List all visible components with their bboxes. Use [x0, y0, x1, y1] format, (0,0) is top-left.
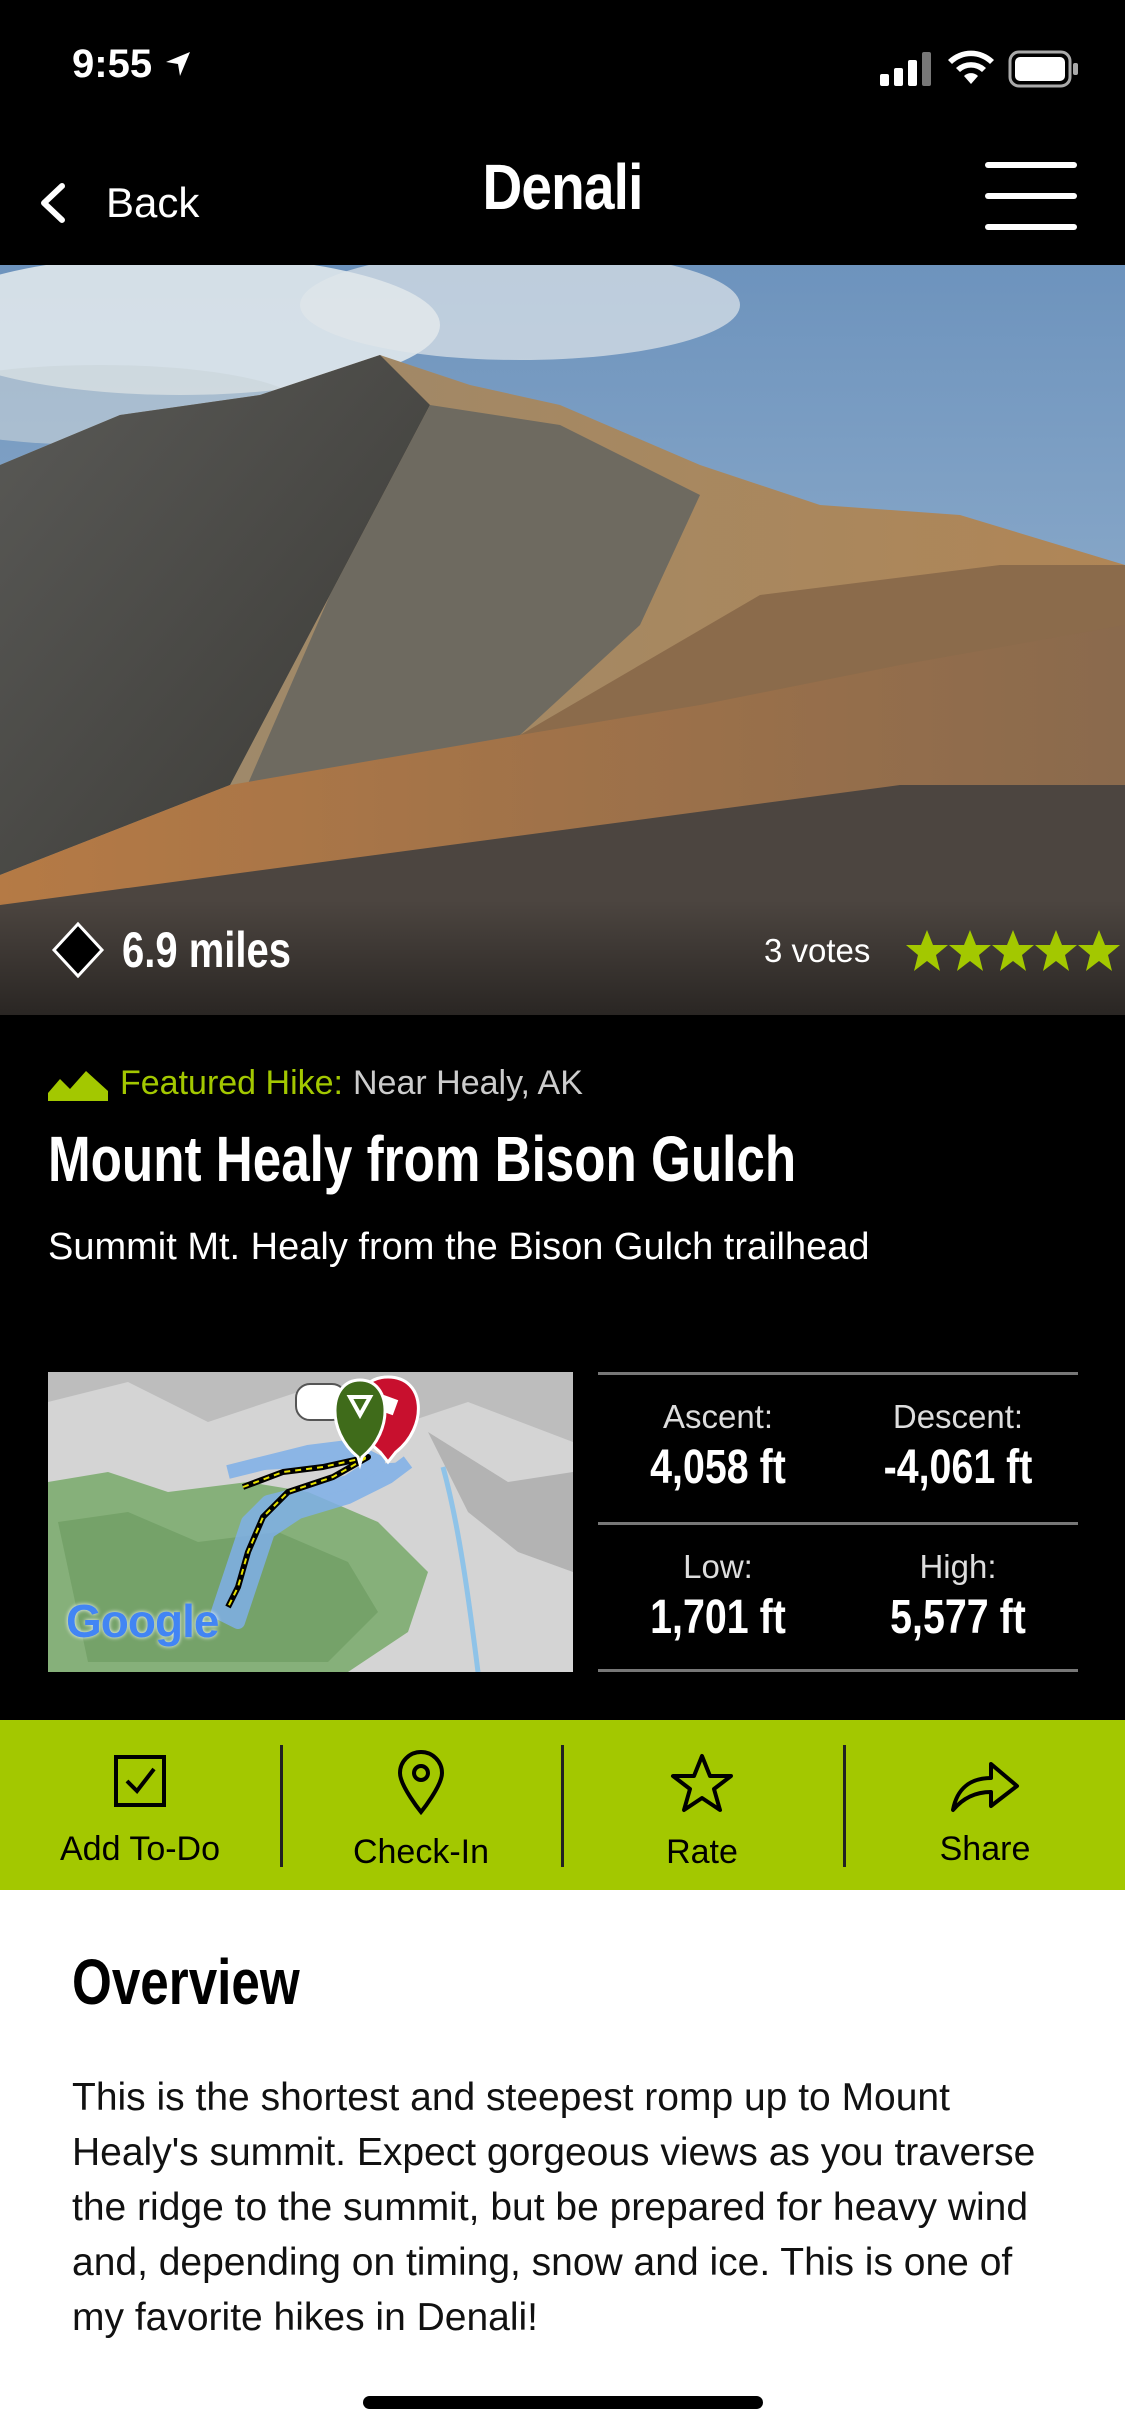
signal-icon	[880, 52, 936, 91]
ascent-value: 4,058 ft	[650, 1441, 786, 1494]
map-logo: Google	[66, 1594, 219, 1648]
stats-divider-bottom	[598, 1669, 1078, 1672]
checkbox-icon	[114, 1755, 166, 1807]
overview-body: This is the shortest and steepest romp u…	[72, 2076, 1036, 2339]
map-pin-icon	[397, 1750, 445, 1816]
stats-divider-top	[598, 1372, 1078, 1375]
add-todo-button[interactable]: Add To-Do	[0, 1720, 280, 1890]
votes-count: 3 votes	[764, 932, 871, 969]
star-rating-icons	[906, 930, 1120, 971]
high-value: 5,577 ft	[890, 1591, 1026, 1644]
check-in-label: Check-In	[352, 1833, 490, 1871]
high-label: High:	[919, 1548, 997, 1585]
distance-text: 6.9 miles	[122, 922, 292, 978]
hike-subtitle: Summit Mt. Healy from the Bison Gulch tr…	[48, 1226, 870, 1268]
home-indicator[interactable]	[363, 2396, 763, 2409]
menu-button[interactable]	[985, 160, 1077, 232]
add-todo-label: Add To-Do	[59, 1830, 221, 1868]
featured-label: Featured Hike:	[120, 1064, 343, 1102]
wifi-icon	[947, 50, 995, 91]
distance-badge: 6.9 miles	[50, 920, 333, 980]
trail-map[interactable]: Google	[48, 1372, 573, 1672]
map-logo-text: Google	[66, 1595, 219, 1647]
low-label: Low:	[683, 1548, 753, 1585]
status-time: 9:55	[72, 42, 193, 87]
rate-label: Rate	[666, 1833, 738, 1871]
share-label: Share	[939, 1830, 1031, 1868]
featured-hike-line: Featured Hike: Near Healy, AK	[48, 1064, 583, 1103]
chevron-left-icon	[41, 183, 65, 223]
hike-location: Near Healy, AK	[353, 1064, 583, 1102]
page-title: Denali	[482, 151, 643, 223]
location-arrow-icon	[166, 52, 191, 76]
diamond-difficulty-icon	[51, 921, 105, 979]
status-time-text: 9:55	[72, 42, 153, 86]
rating-stars	[905, 928, 1123, 976]
descent-value: -4,061 ft	[883, 1441, 1033, 1494]
low-value: 1,701 ft	[650, 1591, 786, 1644]
overview-title: Overview	[72, 1946, 300, 2018]
hike-title: Mount Healy from Bison Gulch	[48, 1123, 797, 1195]
battery-icon	[1008, 50, 1080, 93]
stats-divider-middle	[598, 1522, 1078, 1525]
share-arrow-icon	[951, 1762, 1019, 1812]
descent-label: Descent:	[892, 1398, 1024, 1435]
star-outline-icon	[671, 1754, 733, 1812]
mountain-icon	[48, 1070, 108, 1101]
check-in-button[interactable]: Check-In	[281, 1720, 561, 1890]
share-button[interactable]: Share	[845, 1720, 1125, 1890]
ascent-label: Ascent:	[662, 1398, 774, 1435]
rate-button[interactable]: Rate	[562, 1720, 842, 1890]
